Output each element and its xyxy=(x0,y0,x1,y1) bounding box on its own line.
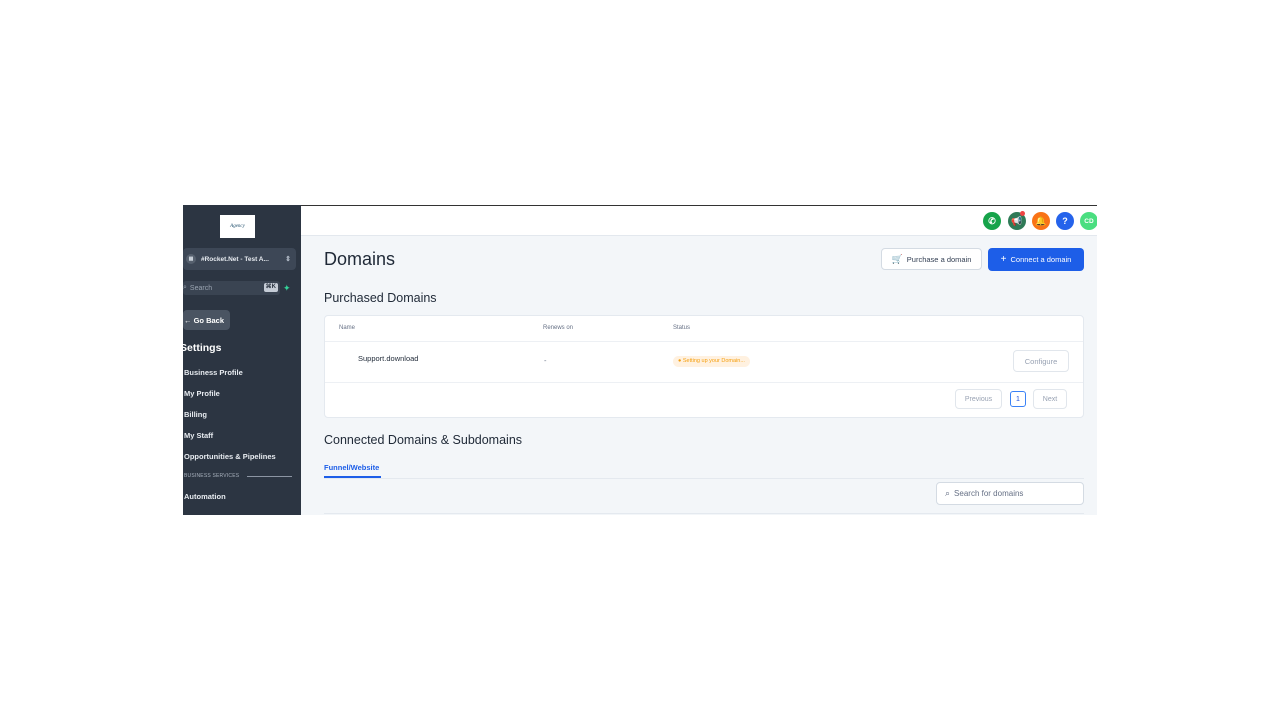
agency-logo[interactable]: Agency xyxy=(220,215,255,238)
sidebar-item-billing[interactable]: Billing xyxy=(184,410,207,419)
app-window: Agency ▦ #Rocket.Net - Test A... ⇕ ⌕ Sea… xyxy=(183,205,1097,515)
purchase-domain-label: Purchase a domain xyxy=(906,254,972,264)
phone-icon[interactable]: ✆ xyxy=(983,212,1001,230)
section-divider xyxy=(247,476,292,477)
domain-name-cell: Support.download xyxy=(358,354,419,363)
chevron-updown-icon: ⇕ xyxy=(285,256,291,263)
avatar[interactable]: CD xyxy=(1080,212,1097,230)
sidebar-item-opportunities[interactable]: Opportunities & Pipelines xyxy=(184,452,276,461)
header-divider xyxy=(325,341,1083,342)
sidebar-item-automation[interactable]: Automation xyxy=(184,492,226,501)
purchased-domains-heading: Purchased Domains xyxy=(324,291,437,305)
column-header-status: Status xyxy=(673,325,691,331)
search-icon: ⌕ xyxy=(945,488,951,498)
previous-page-button[interactable]: Previous xyxy=(955,389,1002,409)
domain-search-input[interactable]: ⌕ Search for domains xyxy=(936,482,1084,505)
settings-title: Settings xyxy=(183,342,222,354)
renews-on-cell: - xyxy=(544,356,547,365)
status-dot-icon: ● xyxy=(678,358,682,364)
help-icon[interactable]: ? xyxy=(1056,212,1074,230)
sidebar-search[interactable]: ⌕ Search ⌘K xyxy=(183,281,280,295)
tabs-divider xyxy=(324,478,1084,479)
top-bar: ✆ 📢 🔔 ? CD xyxy=(301,205,1097,236)
ai-sparkle-icon[interactable]: ✦ xyxy=(283,283,291,293)
search-icon: ⌕ xyxy=(183,284,187,291)
domain-search-placeholder: Search for domains xyxy=(954,489,1024,498)
table-top-border xyxy=(324,513,1084,514)
plus-icon: + xyxy=(1000,254,1007,265)
section-label-business-services: BUSINESS SERVICES xyxy=(184,473,240,479)
status-badge: ● Setting up your Domain... xyxy=(673,356,750,367)
connect-domain-label: Connect a domain xyxy=(1010,255,1072,264)
building-icon: ▦ xyxy=(186,254,196,264)
cart-icon: 🛒 xyxy=(891,253,903,264)
column-header-name: Name xyxy=(339,325,356,331)
status-text: Setting up your Domain... xyxy=(682,358,745,364)
sidebar-item-my-profile[interactable]: My Profile xyxy=(184,389,220,398)
sidebar: Agency ▦ #Rocket.Net - Test A... ⇕ ⌕ Sea… xyxy=(183,205,301,515)
sidebar-item-my-staff[interactable]: My Staff xyxy=(184,431,213,440)
purchase-domain-button[interactable]: 🛒 Purchase a domain xyxy=(881,248,982,270)
configure-button[interactable]: Configure xyxy=(1013,350,1069,372)
sidebar-search-placeholder: Search xyxy=(189,284,213,292)
account-name: #Rocket.Net - Test A... xyxy=(201,255,269,263)
logo-text: Agency xyxy=(230,224,245,229)
notification-dot xyxy=(1020,211,1025,216)
purchased-domains-table: Name Renews on Status Support.download -… xyxy=(324,315,1084,418)
sidebar-item-business-profile[interactable]: Business Profile xyxy=(184,368,243,377)
connect-domain-button[interactable]: + Connect a domain xyxy=(988,248,1084,271)
shortcut-badge: ⌘K xyxy=(263,283,278,292)
go-back-button[interactable]: ← Go Back xyxy=(183,310,230,330)
bell-icon[interactable]: 🔔 xyxy=(1032,212,1050,230)
column-header-renews-on: Renews on xyxy=(543,325,574,331)
account-switcher[interactable]: ▦ #Rocket.Net - Test A... ⇕ xyxy=(183,248,296,270)
connected-domains-heading: Connected Domains & Subdomains xyxy=(324,433,523,447)
tab-funnel-website[interactable]: Funnel/Website xyxy=(324,463,379,472)
page-number-button[interactable]: 1 xyxy=(1010,391,1026,407)
row-divider xyxy=(325,382,1083,383)
main-content: Domains 🛒 Purchase a domain + Connect a … xyxy=(301,236,1097,515)
page-title: Domains xyxy=(324,249,396,269)
next-page-button[interactable]: Next xyxy=(1033,389,1067,409)
